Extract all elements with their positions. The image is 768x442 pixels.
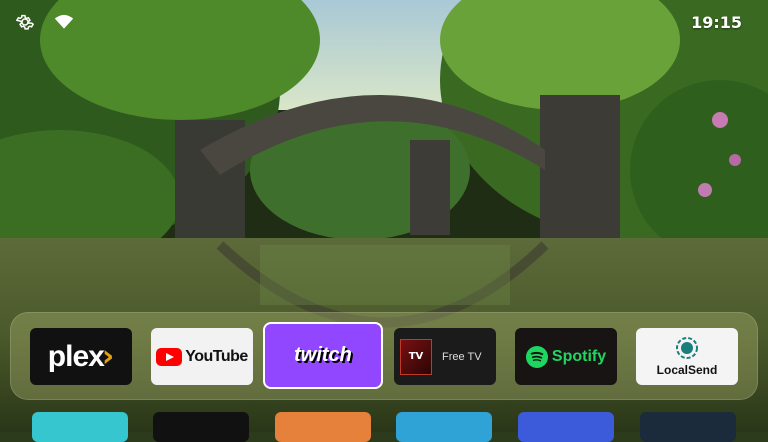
app-tile-twitch[interactable]: twitch (263, 322, 383, 389)
app-tile-row2-6[interactable] (640, 412, 736, 442)
spotify-icon (525, 345, 548, 368)
app-label: twitch (294, 344, 352, 366)
app-label: Free TV (442, 350, 482, 363)
free-tv-logo-text: TV (408, 351, 424, 362)
app-tile-row2-1[interactable] (32, 412, 128, 442)
youtube-play-icon (156, 347, 183, 366)
app-tile-plex[interactable]: plex › (30, 328, 132, 385)
wifi-icon (54, 14, 74, 29)
network-button[interactable] (54, 12, 74, 32)
clock: 19:15 (691, 13, 742, 32)
app-tile-free-tv[interactable]: TV Free TV (394, 328, 496, 385)
app-label: Spotify (551, 347, 607, 365)
plex-chevron-icon: › (101, 339, 115, 374)
app-tile-row2-5[interactable] (518, 412, 614, 442)
settings-button[interactable] (15, 12, 35, 32)
app-label: LocalSend (656, 363, 718, 377)
app-tile-row2-2[interactable] (153, 412, 249, 442)
free-tv-logo-icon: TV (400, 338, 432, 375)
app-tile-row2-4[interactable] (396, 412, 492, 442)
status-bar: 19:15 (0, 0, 768, 44)
app-label: plex (47, 339, 105, 373)
app-label: YouTube (185, 347, 248, 365)
app-tile-localsend[interactable]: LocalSend (636, 328, 738, 385)
app-tile-youtube[interactable]: YouTube (151, 328, 253, 385)
app-tile-spotify[interactable]: Spotify (515, 328, 617, 385)
app-tile-row2-3[interactable] (275, 412, 371, 442)
gear-icon (16, 14, 34, 30)
localsend-icon (676, 337, 698, 359)
